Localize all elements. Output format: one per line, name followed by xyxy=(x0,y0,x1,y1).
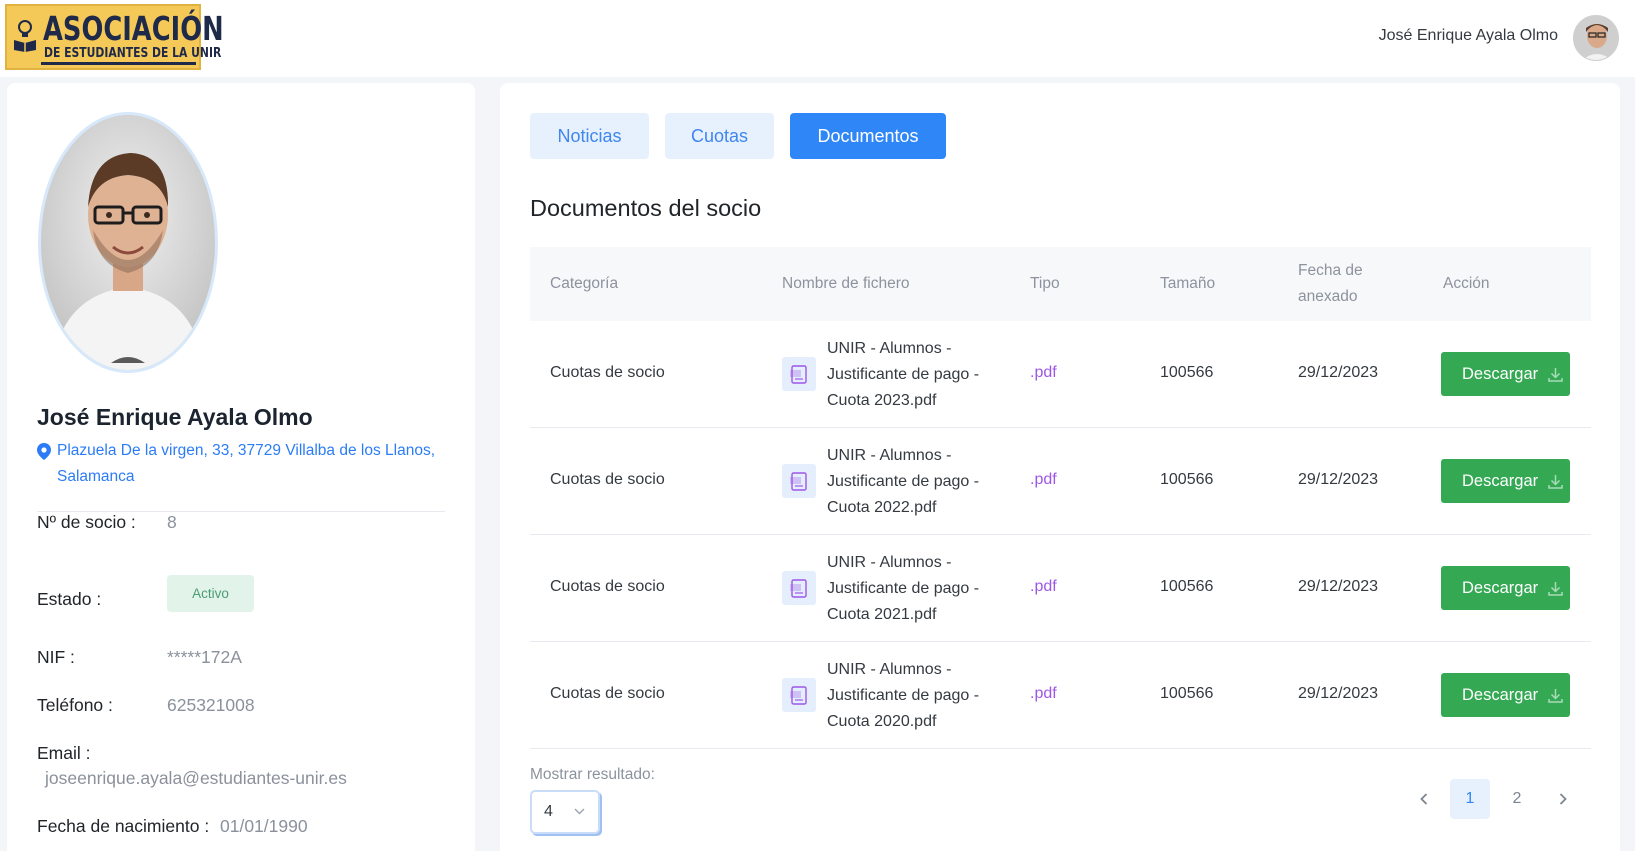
cell-fecha: 29/12/2023 xyxy=(1298,685,1379,702)
address-text: Plazuela De la virgen, 33, 37729 Villalb… xyxy=(57,442,435,485)
header-user-name[interactable]: José Enrique Ayala Olmo xyxy=(1379,27,1558,45)
profile-card: José Enrique Ayala Olmo Plazuela De la v… xyxy=(7,83,475,851)
download-icon xyxy=(1548,368,1563,382)
table-header: Categoría Nombre de fichero Tipo Tamaño … xyxy=(530,247,1591,321)
email-label: Email : xyxy=(37,743,91,763)
nif-value: *****172A xyxy=(167,647,242,667)
lightbulb-book-icon xyxy=(14,20,36,52)
table-row: Cuotas de socio UNIR - Alumnos - Justifi… xyxy=(530,535,1591,642)
profile-address: Plazuela De la virgen, 33, 37729 Villalb… xyxy=(37,438,447,490)
cell-fecha: 29/12/2023 xyxy=(1298,364,1379,381)
logo-title: ASOCIACIÓN xyxy=(43,9,224,48)
phone-label: Teléfono : xyxy=(37,695,113,715)
birthdate-label: Fecha de nacimiento : xyxy=(37,816,210,836)
download-button[interactable]: Descargar xyxy=(1441,352,1570,396)
cell-file-name: UNIR - Alumnos - Justificante de pago - … xyxy=(827,340,980,409)
cell-tipo: .pdf xyxy=(1030,578,1057,595)
chevron-down-icon xyxy=(574,808,585,815)
download-icon xyxy=(1548,689,1563,703)
pdf-file-icon xyxy=(782,678,816,712)
section-title: Documentos del socio xyxy=(530,195,762,221)
download-icon xyxy=(1548,582,1563,596)
location-pin-icon xyxy=(37,443,51,460)
status-label: Estado : xyxy=(37,589,102,609)
top-bar: ASOCIACIÓN DE ESTUDIANTES DE LA UNIR Jos… xyxy=(0,0,1635,77)
download-icon xyxy=(1548,475,1563,489)
pagination-prev-button[interactable] xyxy=(1404,779,1444,819)
chevron-right-icon xyxy=(1559,793,1567,805)
cell-file-name: UNIR - Alumnos - Justificante de pago - … xyxy=(827,554,980,623)
user-avatar-image xyxy=(1574,16,1618,60)
pagination-page-1[interactable]: 1 xyxy=(1450,779,1490,819)
column-header-tamano: Tamaño xyxy=(1160,275,1216,292)
table-row: Cuotas de socio UNIR - Alumnos - Justifi… xyxy=(530,428,1591,535)
download-button-label: Descargar xyxy=(1462,579,1539,597)
cell-file-name: UNIR - Alumnos - Justificante de pago - … xyxy=(827,661,980,730)
chevron-left-icon xyxy=(1420,793,1428,805)
cell-tamano: 100566 xyxy=(1160,578,1214,595)
logo-underline xyxy=(41,62,196,65)
pdf-file-icon xyxy=(782,571,816,605)
socio-number-value: 8 xyxy=(167,512,177,532)
email-value: joseenrique.ayala@estudiantes-unir.es xyxy=(45,768,347,788)
column-header-accion: Acción xyxy=(1443,275,1490,292)
pagination-page-2[interactable]: 2 xyxy=(1497,779,1537,819)
table-row: Cuotas de socio UNIR - Alumnos - Justifi… xyxy=(530,321,1591,428)
cell-categoria: Cuotas de socio xyxy=(550,685,665,702)
download-button-label: Descargar xyxy=(1462,365,1539,383)
cell-file-name: UNIR - Alumnos - Justificante de pago - … xyxy=(827,447,980,516)
download-button[interactable]: Descargar xyxy=(1441,459,1570,503)
profile-name: José Enrique Ayala Olmo xyxy=(37,404,313,430)
birthdate-value: 01/01/1990 xyxy=(220,816,308,836)
download-button-label: Descargar xyxy=(1462,472,1539,490)
pdf-file-icon xyxy=(782,464,816,498)
phone-value: 625321008 xyxy=(167,695,255,715)
column-header-fecha: Fecha de anexado xyxy=(1298,262,1363,305)
cell-tipo: .pdf xyxy=(1030,685,1057,702)
header-avatar[interactable] xyxy=(1573,15,1619,61)
documents-card: Noticias Cuotas Documentos Documentos de… xyxy=(500,83,1620,851)
download-button[interactable]: Descargar xyxy=(1441,673,1570,717)
nif-label: NIF : xyxy=(37,647,75,667)
cell-tipo: .pdf xyxy=(1030,364,1057,381)
logo-subtitle: DE ESTUDIANTES DE LA UNIR xyxy=(44,45,222,61)
pdf-file-icon xyxy=(782,357,816,391)
tab-cuotas[interactable]: Cuotas xyxy=(665,113,774,159)
page-size-value: 4 xyxy=(544,803,553,820)
column-header-nombre: Nombre de fichero xyxy=(782,275,910,292)
download-button-label: Descargar xyxy=(1462,686,1539,704)
cell-tamano: 100566 xyxy=(1160,685,1214,702)
pagination-next-button[interactable] xyxy=(1543,779,1583,819)
download-button[interactable]: Descargar xyxy=(1441,566,1570,610)
column-header-categoria: Categoría xyxy=(550,275,619,292)
cell-tipo: .pdf xyxy=(1030,471,1057,488)
cell-tamano: 100566 xyxy=(1160,364,1214,381)
profile-portrait-image xyxy=(41,115,215,370)
status-badge: Activo xyxy=(167,575,254,612)
tab-documentos[interactable]: Documentos xyxy=(790,113,946,159)
socio-number-label: Nº de socio : xyxy=(37,512,136,532)
cell-fecha: 29/12/2023 xyxy=(1298,471,1379,488)
column-header-tipo: Tipo xyxy=(1030,275,1060,292)
tab-noticias[interactable]: Noticias xyxy=(530,113,649,159)
cell-categoria: Cuotas de socio xyxy=(550,364,665,381)
cell-categoria: Cuotas de socio xyxy=(550,471,665,488)
association-logo[interactable]: ASOCIACIÓN DE ESTUDIANTES DE LA UNIR xyxy=(5,4,224,70)
cell-categoria: Cuotas de socio xyxy=(550,578,665,595)
table-row: Cuotas de socio UNIR - Alumnos - Justifi… xyxy=(530,642,1591,749)
page-size-select[interactable]: 4 xyxy=(530,790,600,834)
cell-fecha: 29/12/2023 xyxy=(1298,578,1379,595)
page-size-label: Mostrar resultado: xyxy=(530,766,655,783)
cell-tamano: 100566 xyxy=(1160,471,1214,488)
profile-photo xyxy=(38,112,218,373)
